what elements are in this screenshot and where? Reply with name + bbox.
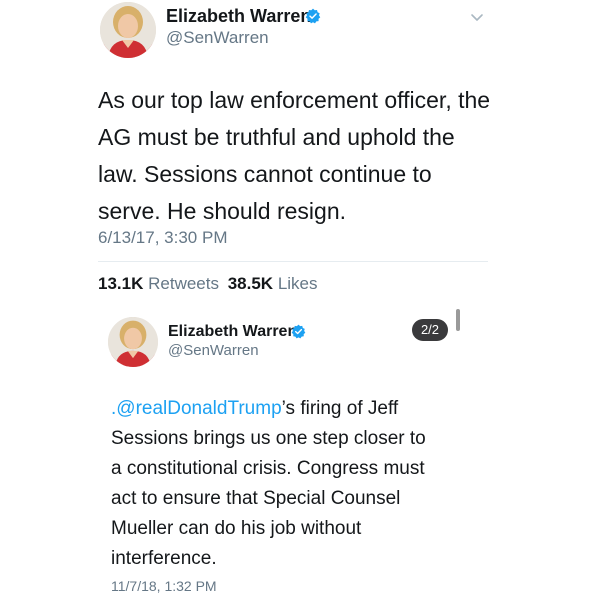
tweet-text-line: Mueller can do his job without	[111, 518, 362, 539]
author-name[interactable]: Elizabeth Warren	[166, 6, 311, 27]
retweets-label[interactable]: Retweets	[148, 274, 219, 293]
tweet-text-line: As our top law enforcement officer, the	[98, 87, 491, 113]
tweet-text-segment: ’s firing of Jeff	[281, 398, 399, 419]
tweet-text: As our top law enforcement officer, the …	[98, 82, 498, 230]
tweet-text-line: serve. He should resign.	[98, 198, 347, 224]
tweet-text-line: a constitutional crisis. Congress must	[111, 458, 425, 479]
tweet-text-line: interference.	[111, 548, 217, 569]
tweet-text-line: Sessions brings us one step closer to	[111, 428, 426, 449]
timestamp[interactable]: 6/13/17, 3:30 PM	[98, 228, 227, 248]
timestamp[interactable]: 11/7/18, 1:32 PM	[111, 578, 217, 594]
divider	[98, 261, 488, 262]
avatar-photo	[100, 2, 156, 58]
verified-badge-icon	[291, 324, 306, 339]
tweet-text-line: act to ensure that Special Counsel	[111, 488, 401, 509]
tweet-text: .@realDonaldTrump’s firing of Jeff Sessi…	[111, 394, 491, 574]
likes-label[interactable]: Likes	[278, 274, 318, 293]
tweet-text-line: law. Sessions cannot continue to	[98, 161, 432, 187]
mention-link[interactable]: .@realDonaldTrump	[111, 398, 282, 419]
retweets-count[interactable]: 13.1K	[98, 274, 143, 293]
chevron-down-icon[interactable]	[469, 10, 485, 26]
verified-badge-icon	[305, 8, 321, 24]
avatar-photo	[108, 317, 158, 367]
scrollbar[interactable]	[456, 309, 460, 331]
tweet-text-line: .@realDonaldTrump’s firing of Jeff	[111, 394, 491, 424]
author-handle[interactable]: @SenWarren	[166, 28, 269, 48]
author-name[interactable]: Elizabeth Warren	[168, 323, 297, 341]
avatar[interactable]	[100, 2, 156, 58]
avatar[interactable]	[108, 317, 158, 367]
page-indicator-badge: 2/2	[412, 319, 448, 341]
stats-row: 13.1K Retweets 38.5K Likes	[98, 274, 318, 294]
likes-count[interactable]: 38.5K	[228, 274, 273, 293]
author-handle[interactable]: @SenWarren	[168, 342, 259, 359]
tweet-text-line: AG must be truthful and uphold the	[98, 124, 455, 150]
